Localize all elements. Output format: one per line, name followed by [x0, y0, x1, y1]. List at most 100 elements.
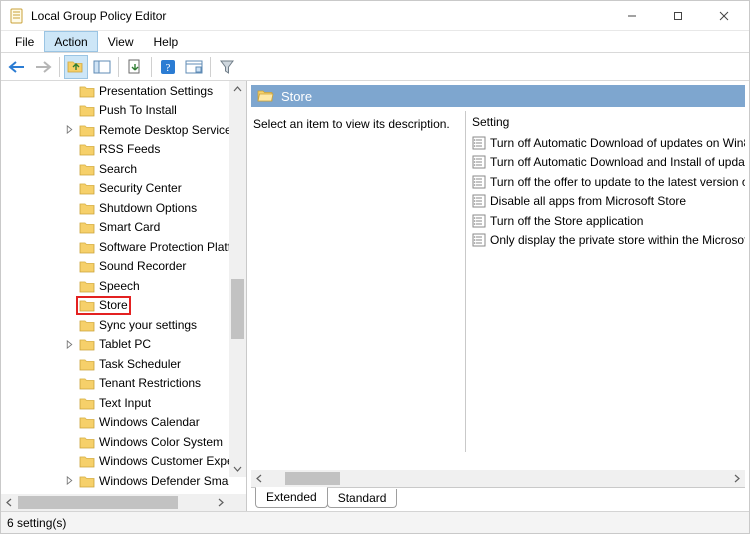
tree-item[interactable]: Search: [1, 159, 229, 179]
tree-item[interactable]: Windows Color System: [1, 432, 229, 452]
folder-icon: [79, 454, 95, 468]
menu-bar: File Action View Help: [1, 31, 749, 53]
export-list-button[interactable]: [123, 55, 147, 79]
menu-file[interactable]: File: [5, 31, 44, 52]
tree-item[interactable]: Shutdown Options: [1, 198, 229, 218]
scroll-thumb[interactable]: [18, 496, 178, 509]
tree-item[interactable]: Tenant Restrictions: [1, 374, 229, 394]
tab-strip: Extended Standard: [251, 487, 745, 509]
folder-icon: [79, 142, 95, 156]
toolbar-separator: [59, 57, 60, 77]
folder-icon: [79, 298, 95, 312]
maximize-button[interactable]: [655, 1, 701, 30]
tree-vertical-scrollbar[interactable]: [229, 81, 246, 477]
tree-item[interactable]: Smart Card: [1, 218, 229, 238]
tree-item[interactable]: Text Input: [1, 393, 229, 413]
tree-item[interactable]: Presentation Settings: [1, 81, 229, 101]
tree-item[interactable]: Security Center: [1, 179, 229, 199]
close-button[interactable]: [701, 1, 747, 30]
description-prompt: Select an item to view its description.: [253, 117, 457, 131]
folder-icon: [79, 84, 95, 98]
setting-item[interactable]: Disable all apps from Microsoft Store: [468, 192, 745, 212]
tree-item-label: Windows Color System: [99, 435, 223, 449]
properties-button[interactable]: [182, 55, 206, 79]
folder-icon: [79, 396, 95, 410]
setting-item[interactable]: Only display the private store within th…: [468, 231, 745, 251]
tree-item[interactable]: Windows Calendar: [1, 413, 229, 433]
scroll-down-button[interactable]: [229, 460, 246, 477]
scroll-right-button[interactable]: [728, 470, 745, 487]
up-one-level-button[interactable]: [64, 55, 88, 79]
tree-item-label: Tablet PC: [99, 337, 151, 351]
menu-view[interactable]: View: [98, 31, 144, 52]
window-controls: [609, 1, 747, 30]
menu-help[interactable]: Help: [144, 31, 189, 52]
filter-button[interactable]: [215, 55, 239, 79]
tree-item[interactable]: Software Protection Platform: [1, 237, 229, 257]
tree-item-label: Remote Desktop Services: [99, 123, 229, 137]
tree-item-label: Push To Install: [99, 103, 177, 117]
help-button[interactable]: ?: [156, 55, 180, 79]
settings-column-header[interactable]: Setting: [468, 111, 745, 133]
tree-view[interactable]: Presentation Settings Push To Install Remo…: [1, 81, 246, 494]
scroll-left-button[interactable]: [1, 494, 18, 511]
settings-list[interactable]: Turn off Automatic Download of updates o…: [468, 133, 745, 470]
toolbar: ?: [1, 53, 749, 81]
show-hide-tree-button[interactable]: [90, 55, 114, 79]
tree-item-label: Windows Calendar: [99, 415, 200, 429]
policy-item-icon: [472, 194, 486, 208]
policy-item-icon: [472, 214, 486, 228]
tree-item-label: Sound Recorder: [99, 259, 186, 273]
details-split: Select an item to view its description. …: [247, 107, 749, 470]
tree-item[interactable]: Push To Install: [1, 101, 229, 121]
back-button[interactable]: [5, 55, 29, 79]
menu-action[interactable]: Action: [44, 31, 97, 52]
tree-item[interactable]: Remote Desktop Services: [1, 120, 229, 140]
tree-horizontal-scrollbar[interactable]: [1, 494, 246, 511]
expander-icon[interactable]: [65, 476, 74, 485]
expander-icon[interactable]: [65, 125, 74, 134]
setting-item-label: Turn off Automatic Download and Install …: [490, 155, 745, 169]
tree-item[interactable]: Tablet PC: [1, 335, 229, 355]
scroll-track[interactable]: [229, 98, 246, 460]
window-title: Local Group Policy Editor: [31, 9, 609, 23]
folder-icon: [79, 474, 95, 488]
expander-icon[interactable]: [65, 340, 74, 349]
tree-item-label: Windows Defender SmartScreen: [99, 474, 229, 488]
tab-standard[interactable]: Standard: [327, 489, 398, 508]
folder-icon: [79, 337, 95, 351]
scroll-track[interactable]: [268, 470, 728, 487]
tree-item-label: Task Scheduler: [99, 357, 181, 371]
minimize-button[interactable]: [609, 1, 655, 30]
tab-extended[interactable]: Extended: [255, 487, 328, 508]
setting-item-label: Disable all apps from Microsoft Store: [490, 194, 686, 208]
scroll-thumb[interactable]: [231, 279, 244, 339]
tree-item[interactable]: Sync your settings: [1, 315, 229, 335]
tree-item[interactable]: Windows Defender SmartScreen: [1, 471, 229, 491]
tree-item[interactable]: Store: [1, 296, 229, 316]
scroll-right-button[interactable]: [212, 494, 229, 511]
details-horizontal-scrollbar[interactable]: [251, 470, 745, 487]
tree-item[interactable]: Speech: [1, 276, 229, 296]
app-icon: [9, 8, 25, 24]
toolbar-separator: [118, 57, 119, 77]
tree-item[interactable]: Sound Recorder: [1, 257, 229, 277]
folder-icon: [79, 318, 95, 332]
setting-item[interactable]: Turn off Automatic Download of updates o…: [468, 133, 745, 153]
scroll-up-button[interactable]: [229, 81, 246, 98]
tree-item[interactable]: Task Scheduler: [1, 354, 229, 374]
tree-item[interactable]: RSS Feeds: [1, 140, 229, 160]
status-bar: 6 setting(s): [1, 511, 749, 533]
setting-item[interactable]: Turn off Automatic Download and Install …: [468, 153, 745, 173]
policy-item-icon: [472, 175, 486, 189]
scroll-corner: [229, 494, 246, 511]
scroll-thumb[interactable]: [285, 472, 340, 485]
forward-button[interactable]: [31, 55, 55, 79]
tree-pane: Presentation Settings Push To Install Remo…: [1, 81, 247, 511]
setting-item[interactable]: Turn off the offer to update to the late…: [468, 172, 745, 192]
tree-item[interactable]: Windows Customer Experience: [1, 452, 229, 472]
tree-item-label: Search: [99, 162, 137, 176]
scroll-track[interactable]: [18, 494, 212, 511]
scroll-left-button[interactable]: [251, 470, 268, 487]
setting-item[interactable]: Turn off the Store application: [468, 211, 745, 231]
